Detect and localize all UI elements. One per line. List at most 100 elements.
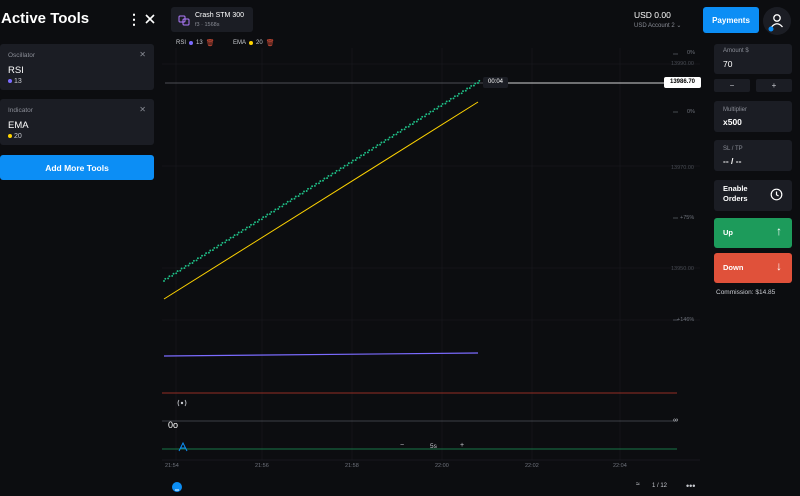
price-dot	[294, 195, 297, 198]
price-dot	[362, 154, 365, 156]
more-icon[interactable]: •••	[686, 481, 695, 491]
tool-card-rsi[interactable]: Oscillator RSI 13 ✕	[0, 44, 154, 90]
price-dot	[379, 143, 382, 146]
price-dot	[203, 254, 206, 257]
price-dot	[164, 277, 167, 280]
price-dot	[356, 156, 358, 159]
price-dot	[192, 259, 195, 262]
profile-icon[interactable]	[763, 7, 791, 35]
price-dot	[366, 151, 369, 154]
price-dot	[213, 246, 216, 249]
price-dot	[440, 105, 443, 108]
close-icon[interactable]	[142, 10, 158, 28]
more-options-icon[interactable]: ⋮	[127, 11, 141, 27]
balance[interactable]: USD 0.00	[634, 10, 671, 20]
infinity-icon: ∞	[673, 417, 678, 424]
payments-button[interactable]: Payments	[703, 7, 759, 33]
time-label: 21:54	[165, 463, 179, 469]
zoom-out-button[interactable]: −	[400, 442, 404, 449]
panel-title: Active Tools	[1, 10, 90, 27]
price-dot	[309, 187, 312, 190]
account-name: USD Account 2	[634, 23, 675, 29]
price-dot	[319, 180, 322, 183]
price-dot	[175, 272, 178, 275]
zoom-in-button[interactable]: +	[460, 442, 464, 449]
amount-decrease-button[interactable]: −	[714, 79, 750, 92]
signal-icon	[177, 399, 187, 407]
price-dot	[188, 262, 191, 265]
price-dot	[342, 166, 345, 169]
price-dot	[274, 208, 277, 211]
price-dot	[456, 94, 459, 97]
add-more-tools-button[interactable]: Add More Tools	[0, 155, 154, 180]
price-dot	[286, 200, 289, 203]
price-dot	[354, 159, 357, 162]
price-dot	[195, 259, 198, 262]
up-button[interactable]: Up ↑	[714, 218, 792, 248]
zoom-control: − 5s +	[398, 442, 470, 454]
price-dot	[281, 205, 284, 208]
price-dot	[395, 133, 398, 136]
trash-icon[interactable]: 🗑	[206, 39, 215, 47]
price-dot	[323, 177, 326, 180]
amount-increase-button[interactable]: +	[756, 79, 792, 92]
amount-value: 70	[723, 59, 733, 69]
enable-orders-toggle[interactable]: Enable Orders	[714, 180, 792, 211]
price-dot	[217, 244, 220, 247]
price-dot	[298, 192, 301, 195]
tool-card-ema[interactable]: Indicator EMA 20 ✕	[0, 99, 154, 145]
price-dot	[400, 128, 403, 131]
price-dot	[351, 159, 354, 162]
multiplier-caption: Multiplier	[723, 107, 748, 113]
chip-label: RSI	[176, 40, 187, 46]
price-dot	[347, 162, 350, 165]
price-dot	[376, 144, 379, 147]
price-dot	[338, 169, 341, 172]
price-dot	[266, 213, 269, 216]
sl-tp-field[interactable]: SL / TP -- / --	[714, 140, 792, 171]
remove-tool-icon[interactable]: ✕	[139, 105, 146, 114]
color-dot-icon	[249, 41, 254, 45]
price-dot	[262, 216, 265, 219]
price-dot	[326, 177, 329, 180]
price-dot	[343, 164, 346, 167]
remove-tool-icon[interactable]: ✕	[139, 50, 146, 59]
layers-icon[interactable]: ≈	[636, 481, 640, 488]
indicator-chip-ema[interactable]: EMA 20 🗑	[233, 38, 275, 48]
price-dot	[437, 105, 440, 108]
price-dot	[346, 164, 349, 167]
color-dot-icon	[189, 41, 194, 45]
ema-line	[163, 101, 479, 300]
price-dot	[303, 190, 305, 193]
tool-param-value: 13	[14, 78, 22, 85]
amount-field[interactable]: Amount $ 70	[714, 44, 792, 74]
price-dot	[335, 169, 338, 172]
scroll-to-latest-button[interactable]	[172, 482, 182, 492]
price-dot	[297, 195, 300, 198]
draw-tool-icon[interactable]	[177, 441, 189, 453]
down-label: Down	[723, 263, 744, 272]
trash-icon[interactable]: 🗑	[266, 39, 275, 47]
scale-ticks	[673, 53, 678, 321]
price-dot	[183, 267, 186, 270]
price-dot	[233, 234, 236, 237]
price-dot	[468, 87, 471, 90]
price-dot	[232, 236, 235, 239]
price-dot	[472, 84, 475, 87]
price-dot	[282, 203, 285, 206]
price-dot	[167, 277, 170, 280]
asset-selector[interactable]: Crash STM 300 f3 · 1568s	[171, 7, 253, 32]
price-dot	[270, 210, 273, 213]
commission-text: Commission: $14.85	[716, 289, 776, 296]
down-button[interactable]: Down ↓	[714, 253, 792, 283]
price-dot	[211, 249, 214, 252]
multiplier-field[interactable]: Multiplier x500	[714, 101, 792, 132]
price-dot	[176, 270, 179, 273]
minus-icon	[175, 489, 179, 491]
account-selector[interactable]: USD Account 2 ⌄	[634, 22, 681, 29]
indicator-chip-rsi[interactable]: RSI 13 🗑	[176, 38, 215, 48]
price-dot	[241, 228, 244, 231]
price-dot	[245, 226, 248, 229]
price-dot	[196, 257, 199, 260]
chip-value: 13	[196, 40, 203, 46]
